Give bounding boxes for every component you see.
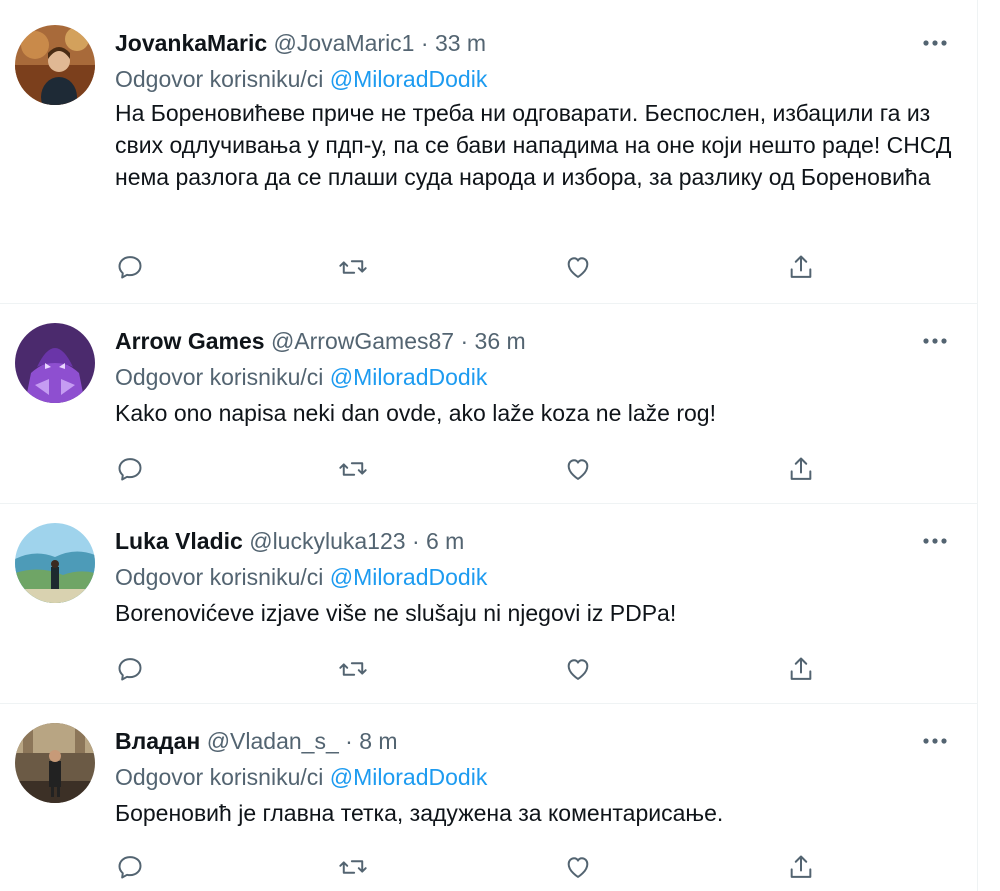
reply-button[interactable] — [110, 847, 150, 887]
like-icon — [567, 857, 589, 878]
reply-icon — [118, 458, 142, 481]
reply-button[interactable] — [110, 649, 150, 689]
timestamp[interactable]: 6 m — [426, 528, 464, 554]
user-handle[interactable]: @luckyluka123 — [249, 528, 405, 554]
tweet-text: Borenovićeve izjave više ne slušaju ni n… — [115, 600, 677, 626]
tweet[interactable]: Владан @Vladan_s_ · 8 m Odgovor korisnik… — [0, 704, 977, 891]
avatar[interactable] — [15, 323, 95, 403]
retweet-button[interactable] — [333, 649, 373, 689]
share-icon — [790, 855, 812, 878]
reply-button[interactable] — [110, 449, 150, 489]
like-icon — [567, 659, 589, 680]
tweet-actions — [115, 649, 835, 689]
share-icon — [790, 457, 812, 480]
mention-link[interactable]: @MiloradDodik — [330, 764, 488, 790]
retweet-icon — [339, 462, 367, 476]
reply-prefix: Odgovor korisniku/ci — [115, 66, 324, 92]
tweet-header: Arrow Games @ArrowGames87 · 36 m — [115, 326, 526, 356]
tweet-header: JovankaMaric @JovaMaric1 · 33 m — [115, 28, 486, 58]
mention-link[interactable]: @MiloradDodik — [330, 66, 488, 92]
timestamp[interactable]: 36 m — [475, 328, 526, 354]
tweet-actions — [115, 247, 835, 287]
like-button[interactable] — [558, 847, 598, 887]
reply-icon — [118, 256, 142, 279]
timeline-border — [977, 0, 978, 891]
tweet[interactable]: Arrow Games @ArrowGames87 · 36 m Odgovor… — [0, 304, 977, 503]
separator-dot: · — [460, 328, 469, 354]
reply-context: Odgovor korisniku/ci @MiloradDodik — [115, 762, 487, 792]
like-button[interactable] — [558, 449, 598, 489]
share-button[interactable] — [781, 649, 821, 689]
avatar[interactable] — [15, 723, 95, 803]
retweet-button[interactable] — [333, 449, 373, 489]
share-icon — [790, 255, 812, 278]
share-icon — [790, 657, 812, 680]
retweet-icon — [339, 260, 367, 274]
retweet-button[interactable] — [333, 847, 373, 887]
retweet-icon — [339, 662, 367, 676]
tweet-text: На Бореновићеве приче не треба ни одгова… — [115, 100, 952, 190]
share-button[interactable] — [781, 847, 821, 887]
like-icon — [567, 257, 589, 278]
tweet-text: Kako ono napisa neki dan ovde, ako laže … — [115, 400, 716, 426]
reply-context: Odgovor korisniku/ci @MiloradDodik — [115, 362, 487, 392]
share-button[interactable] — [781, 247, 821, 287]
mention-link[interactable]: @MiloradDodik — [330, 364, 488, 390]
more-options-button[interactable] — [915, 28, 955, 58]
reply-icon — [118, 856, 142, 879]
user-handle[interactable]: @JovaMaric1 — [274, 30, 415, 56]
separator-dot: · — [411, 528, 420, 554]
more-options-button[interactable] — [915, 326, 955, 356]
reply-context: Odgovor korisniku/ci @MiloradDodik — [115, 64, 487, 94]
more-icon — [923, 738, 947, 744]
more-icon — [923, 40, 947, 46]
retweet-icon — [339, 860, 367, 874]
tweet-actions — [115, 847, 835, 887]
display-name[interactable]: Владан — [115, 728, 200, 754]
display-name[interactable]: JovankaMaric — [115, 30, 267, 56]
share-button[interactable] — [781, 449, 821, 489]
timestamp[interactable]: 33 m — [435, 30, 486, 56]
tweet[interactable]: Luka Vladic @luckyluka123 · 6 m Odgovor … — [0, 504, 977, 703]
retweet-button[interactable] — [333, 247, 373, 287]
tweet[interactable]: JovankaMaric @JovaMaric1 · 33 m Odgovor … — [0, 0, 977, 303]
avatar[interactable] — [15, 523, 95, 603]
more-options-button[interactable] — [915, 526, 955, 556]
user-handle[interactable]: @ArrowGames87 — [271, 328, 454, 354]
separator-dot: · — [345, 728, 353, 754]
display-name[interactable]: Arrow Games — [115, 328, 265, 354]
tweet-header: Владан @Vladan_s_ · 8 m — [115, 726, 398, 756]
more-icon — [923, 338, 947, 344]
reply-button[interactable] — [110, 247, 150, 287]
reply-prefix: Odgovor korisniku/ci — [115, 564, 324, 590]
more-options-button[interactable] — [915, 726, 955, 756]
separator-dot: · — [420, 30, 429, 56]
reply-prefix: Odgovor korisniku/ci — [115, 364, 324, 390]
tweet-header: Luka Vladic @luckyluka123 · 6 m — [115, 526, 464, 556]
mention-link[interactable]: @MiloradDodik — [330, 564, 488, 590]
more-icon — [923, 538, 947, 544]
reply-prefix: Odgovor korisniku/ci — [115, 764, 324, 790]
like-icon — [567, 459, 589, 480]
tweet-actions — [115, 449, 835, 489]
reply-context: Odgovor korisniku/ci @MiloradDodik — [115, 562, 487, 592]
avatar[interactable] — [15, 25, 95, 105]
reply-icon — [118, 658, 142, 681]
user-handle[interactable]: @Vladan_s_ — [207, 728, 339, 754]
like-button[interactable] — [558, 247, 598, 287]
tweet-text: Бореновић је главна тетка, задужена за к… — [115, 800, 724, 826]
display-name[interactable]: Luka Vladic — [115, 528, 243, 554]
timestamp[interactable]: 8 m — [359, 728, 397, 754]
like-button[interactable] — [558, 649, 598, 689]
